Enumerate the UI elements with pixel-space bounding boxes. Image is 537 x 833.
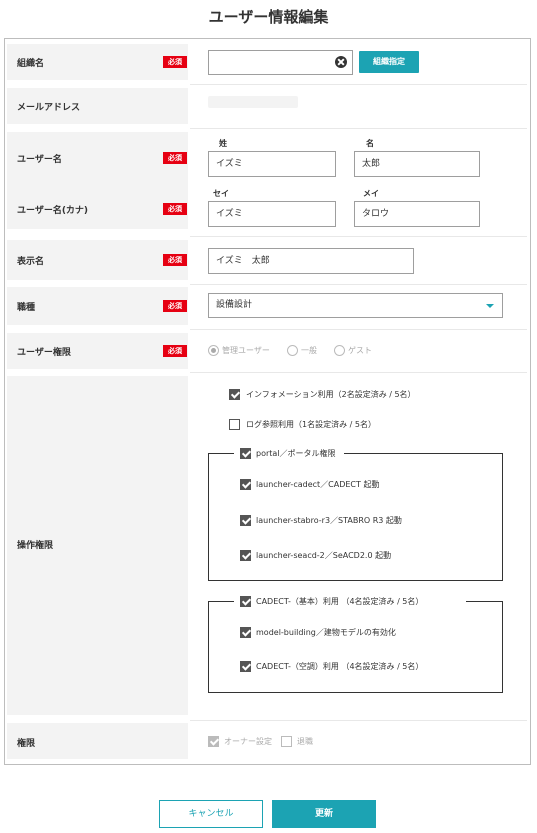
required-badge: 必須 <box>163 254 187 266</box>
job-type-selected: 設備設計 <box>216 300 253 310</box>
update-button[interactable]: 更新 <box>272 800 376 828</box>
clear-icon[interactable] <box>335 56 347 68</box>
radio-admin-user-label: 管理ユーザー <box>222 346 270 355</box>
retired-label: 退職 <box>297 737 313 746</box>
launcher-seacd-checkbox[interactable] <box>240 550 251 561</box>
required-badge: 必須 <box>163 152 187 164</box>
job-type-select[interactable]: 設備設計 <box>208 293 503 318</box>
radio-guest-user[interactable] <box>334 345 345 356</box>
display-name-label: 表示名 <box>17 257 45 267</box>
launcher-stabro-label: launcher-stabro-r3／STABRO R3 起動 <box>256 516 402 525</box>
first-name-kana-heading: メイ <box>363 189 379 198</box>
owner-setting-label: オーナー設定 <box>224 737 272 746</box>
display-name-label-cell: 表示名 必須 <box>7 240 188 280</box>
row-divider <box>190 284 527 285</box>
required-badge: 必須 <box>163 300 187 312</box>
log-usage-checkbox[interactable] <box>229 419 240 430</box>
radio-guest-user-label: ゲスト <box>348 346 372 355</box>
retired-checkbox[interactable] <box>281 736 292 747</box>
chevron-down-icon <box>486 304 494 308</box>
row-divider <box>190 720 527 721</box>
radio-general-user-label: 一般 <box>301 346 317 355</box>
row-divider <box>190 372 527 373</box>
cadect-basic-checkbox[interactable] <box>240 596 251 607</box>
job-type-label: 職種 <box>17 303 36 313</box>
radio-general-user[interactable] <box>287 345 298 356</box>
email-label-cell: メールアドレス <box>7 88 188 124</box>
row-divider <box>190 329 527 330</box>
cadect-basic-group <box>208 601 503 693</box>
user-permission-label: ユーザー権限 <box>17 348 71 358</box>
launcher-cadect-checkbox[interactable] <box>240 479 251 490</box>
info-usage-label: インフォメーション利用（2名設定済み / 5名） <box>246 390 416 399</box>
email-label: メールアドレス <box>17 103 81 113</box>
radio-admin-user[interactable] <box>208 345 219 356</box>
authority-label-cell: 権限 <box>7 723 188 759</box>
launcher-seacd-label: launcher-seacd-2／SeACD2.0 起動 <box>256 551 392 560</box>
last-name-heading: 姓 <box>219 139 227 148</box>
launcher-stabro-checkbox[interactable] <box>240 515 251 526</box>
cadect-basic-label: CADECT-（基本）利用 （4名設定済み / 5名） <box>256 597 424 606</box>
log-usage-label: ログ参照利用（1名設定済み / 5名） <box>246 420 376 429</box>
first-name-kana-input[interactable]: タロウ <box>354 201 480 227</box>
email-value <box>208 96 298 108</box>
organization-label: 組織名 <box>17 59 45 69</box>
row-divider <box>190 236 527 237</box>
user-name-label-cell: ユーザー名 必須 ユーザー名(カナ) 必須 <box>7 132 188 229</box>
first-name-heading: 名 <box>366 139 374 148</box>
email-text <box>208 96 216 107</box>
display-name-input[interactable]: イズミ 太郎 <box>208 248 414 274</box>
organization-input[interactable] <box>208 50 353 75</box>
user-name-kana-label: ユーザー名(カナ) <box>17 206 89 216</box>
operation-permission-label-cell: 操作権限 <box>7 376 188 715</box>
last-name-input[interactable]: イズミ <box>208 151 336 177</box>
model-building-checkbox[interactable] <box>240 627 251 638</box>
last-name-kana-heading: セイ <box>213 189 229 198</box>
page-title: ユーザー情報編集 <box>208 8 329 26</box>
owner-setting-checkbox[interactable] <box>208 736 219 747</box>
user-permission-label-cell: ユーザー権限 必須 <box>7 333 188 369</box>
cadect-hvac-label: CADECT-（空調）利用 （4名設定済み / 5名） <box>256 662 424 671</box>
required-badge: 必須 <box>163 203 187 215</box>
authority-label: 権限 <box>17 739 36 749</box>
launcher-cadect-label: launcher-cadect／CADECT 起動 <box>256 480 380 489</box>
operation-permission-label: 操作権限 <box>17 541 54 551</box>
job-type-label-cell: 職種 必須 <box>7 287 188 325</box>
required-badge: 必須 <box>163 56 187 68</box>
last-name-kana-input[interactable]: イズミ <box>208 201 336 227</box>
first-name-input[interactable]: 太郎 <box>354 151 480 177</box>
info-usage-checkbox[interactable] <box>229 389 240 400</box>
portal-permission-label: portal／ポータル権限 <box>256 449 336 458</box>
required-badge: 必須 <box>163 345 187 357</box>
assign-organization-button[interactable]: 組織指定 <box>359 51 419 73</box>
portal-permission-checkbox[interactable] <box>240 448 251 459</box>
cadect-hvac-checkbox[interactable] <box>240 661 251 672</box>
row-divider <box>190 128 527 129</box>
cancel-button[interactable]: キャンセル <box>159 800 263 828</box>
organization-label-cell: 組織名 必須 <box>7 44 188 80</box>
model-building-label: model-building／建物モデルの有効化 <box>256 628 396 637</box>
row-divider <box>190 84 527 85</box>
user-name-label: ユーザー名 <box>17 155 62 165</box>
